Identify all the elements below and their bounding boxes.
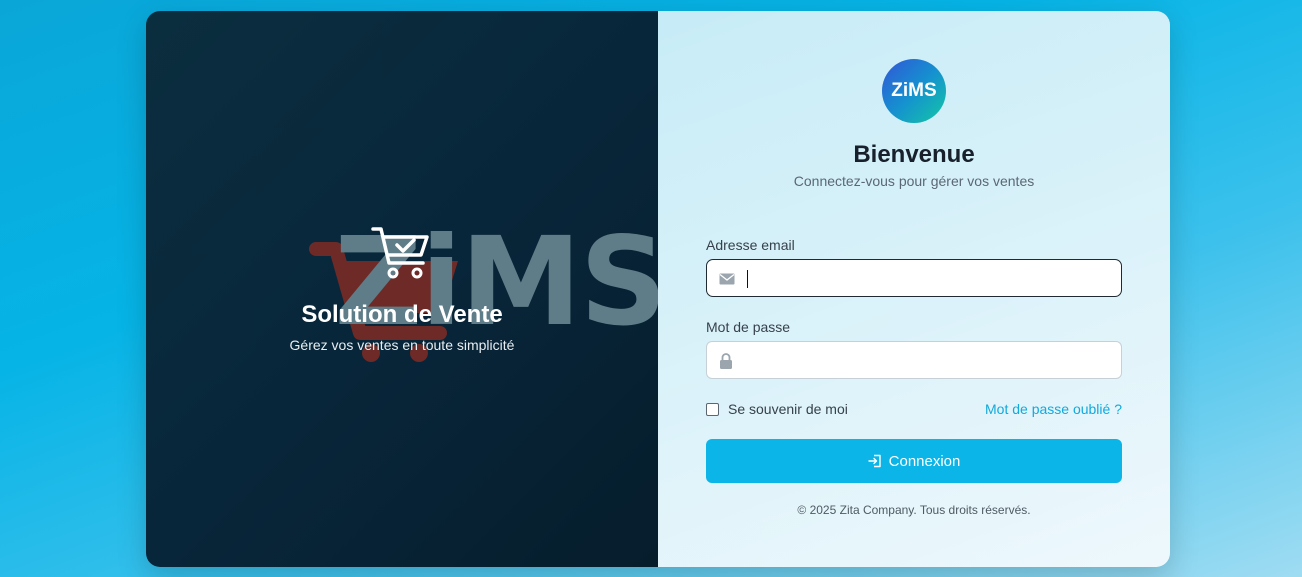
email-label: Adresse email <box>706 237 795 253</box>
envelope-icon <box>719 273 735 285</box>
hero-title: Solution de Vente <box>301 301 503 328</box>
sign-in-icon <box>867 454 881 468</box>
login-panel: ZiMS Bienvenue Connectez-vous pour gérer… <box>658 11 1170 567</box>
remember-label[interactable]: Se souvenir de moi <box>728 401 848 417</box>
lock-icon <box>720 353 732 369</box>
hero-subtitle: Gérez vos ventes en toute simplicité <box>289 337 515 353</box>
hero-content: Solution de Vente Gérez vos ventes en to… <box>146 223 658 353</box>
forgot-password-link[interactable]: Mot de passe oublié ? <box>985 401 1122 417</box>
login-button-label: Connexion <box>888 452 961 470</box>
password-label: Mot de passe <box>706 319 791 335</box>
page-subtitle: Connectez-vous pour gérer vos ventes <box>793 173 1035 189</box>
text-caret <box>747 270 748 288</box>
remember-me: Se souvenir de moi <box>706 401 848 417</box>
page-title: Bienvenue <box>853 141 975 168</box>
password-field[interactable] <box>745 348 1105 372</box>
copyright-footer: © 2025 Zita Company. Tous droits réservé… <box>797 503 1031 517</box>
login-card: ZiMS Solution de Vente Gérez vos ventes … <box>146 11 1170 567</box>
email-field-wrapper[interactable] <box>706 259 1122 297</box>
remember-checkbox[interactable] <box>706 402 719 416</box>
brand-logo: ZiMS <box>882 59 946 123</box>
password-field-wrapper[interactable] <box>706 341 1122 379</box>
email-field[interactable] <box>745 266 1105 290</box>
hero-panel: ZiMS Solution de Vente Gérez vos ventes … <box>146 11 668 567</box>
login-button[interactable]: Connexion <box>706 439 1122 483</box>
shopping-cart-check-icon <box>371 227 429 279</box>
